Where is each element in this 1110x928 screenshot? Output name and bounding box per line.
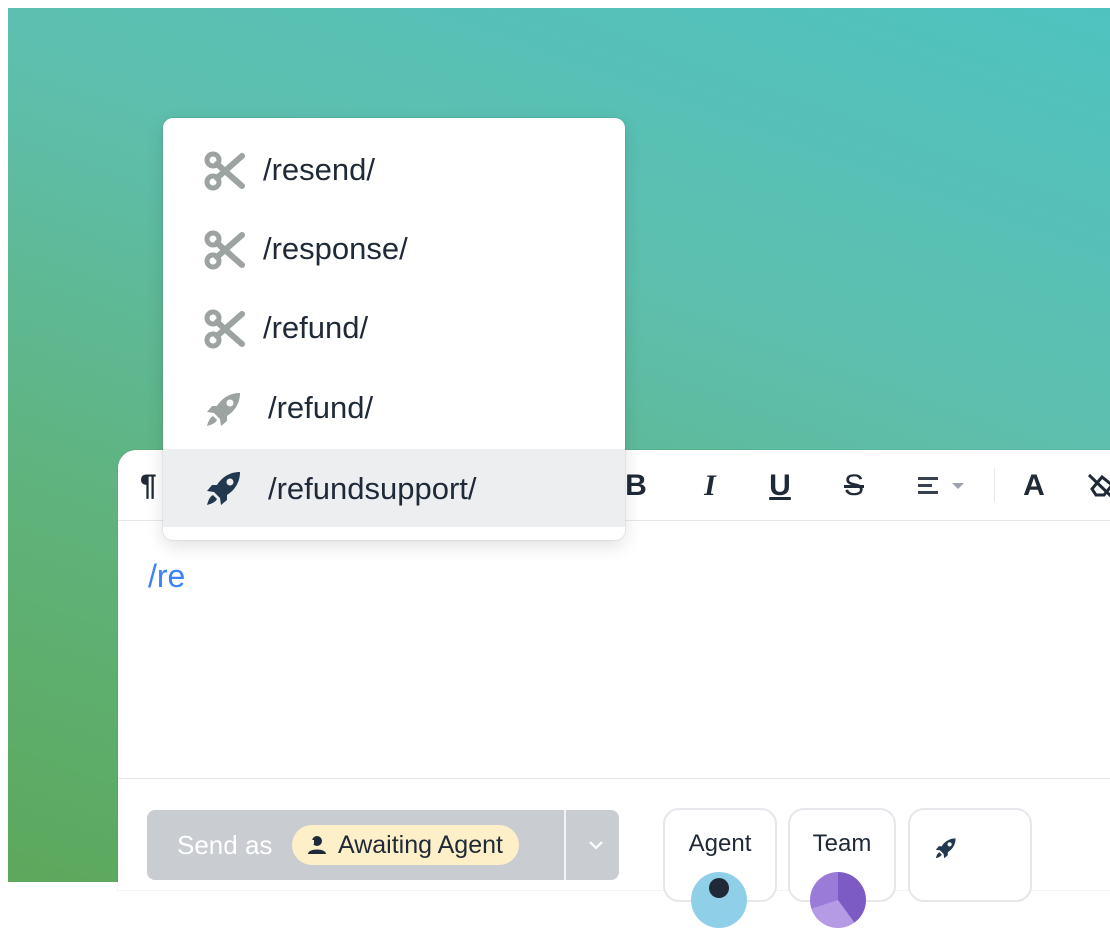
suggestion-item-response[interactable]: /response/ bbox=[163, 211, 625, 289]
eraser-icon bbox=[1087, 473, 1110, 498]
suggestion-label: /response/ bbox=[263, 231, 408, 266]
agent-avatar bbox=[691, 872, 747, 928]
chevron-down-icon bbox=[589, 841, 603, 850]
align-dropdown-button[interactable] bbox=[914, 466, 970, 506]
suggestion-item-refund[interactable]: /refund/ bbox=[163, 290, 625, 368]
send-as-button[interactable]: Send as Awaiting Agent bbox=[147, 810, 619, 880]
italic-icon: I bbox=[704, 469, 716, 502]
agent-card[interactable]: Agent bbox=[663, 808, 777, 928]
paragraph-icon: ¶ bbox=[140, 469, 157, 502]
status-label: Awaiting Agent bbox=[338, 830, 503, 859]
suggestion-label: /refund/ bbox=[268, 390, 374, 425]
paragraph-button[interactable]: ¶ bbox=[140, 466, 157, 506]
scissors-icon bbox=[204, 151, 245, 191]
suggestion-item-refundsupport[interactable]: /refundsupport/ bbox=[163, 449, 625, 527]
editor-footer-divider bbox=[118, 778, 1110, 779]
suggestion-label: /refund/ bbox=[263, 310, 369, 345]
macro-suggestion-dropdown: /resend/ /response/ /refund/ /refund/ /r… bbox=[163, 118, 625, 540]
send-as-label: Send as bbox=[177, 830, 273, 860]
strikethrough-icon: S bbox=[843, 469, 864, 502]
status-badge: Awaiting Agent bbox=[292, 825, 519, 865]
italic-button[interactable]: I bbox=[692, 466, 728, 506]
suggestion-item-resend[interactable]: /resend/ bbox=[163, 132, 625, 210]
clear-format-button[interactable] bbox=[1086, 466, 1110, 506]
team-avatar bbox=[810, 872, 866, 928]
font-color-button[interactable]: A bbox=[1014, 466, 1054, 506]
scissors-icon bbox=[204, 230, 245, 270]
suggestion-item-refund-macro[interactable]: /refund/ bbox=[163, 370, 625, 448]
toolbar-divider bbox=[994, 468, 995, 502]
macro-card[interactable] bbox=[908, 808, 1032, 902]
agent-icon bbox=[308, 836, 326, 854]
team-card-label: Team bbox=[812, 830, 872, 857]
team-card[interactable]: Team bbox=[788, 808, 896, 928]
editor-typed-text[interactable]: /re bbox=[148, 558, 185, 595]
send-divider bbox=[564, 810, 566, 880]
suggestion-label: /resend/ bbox=[263, 152, 376, 187]
rocket-icon bbox=[935, 838, 956, 859]
strikethrough-button[interactable]: S bbox=[836, 466, 872, 506]
bold-icon: B bbox=[625, 469, 647, 502]
font-color-icon: A bbox=[1023, 469, 1045, 502]
rocket-icon bbox=[207, 393, 240, 426]
underline-icon: U bbox=[769, 469, 791, 502]
scissors-icon bbox=[204, 309, 245, 349]
align-left-icon bbox=[918, 477, 964, 494]
send-options-button[interactable] bbox=[581, 832, 611, 858]
underline-button[interactable]: U bbox=[762, 466, 798, 506]
suggestion-label: /refundsupport/ bbox=[268, 471, 477, 506]
rocket-icon bbox=[207, 472, 240, 505]
agent-card-label: Agent bbox=[688, 830, 752, 857]
